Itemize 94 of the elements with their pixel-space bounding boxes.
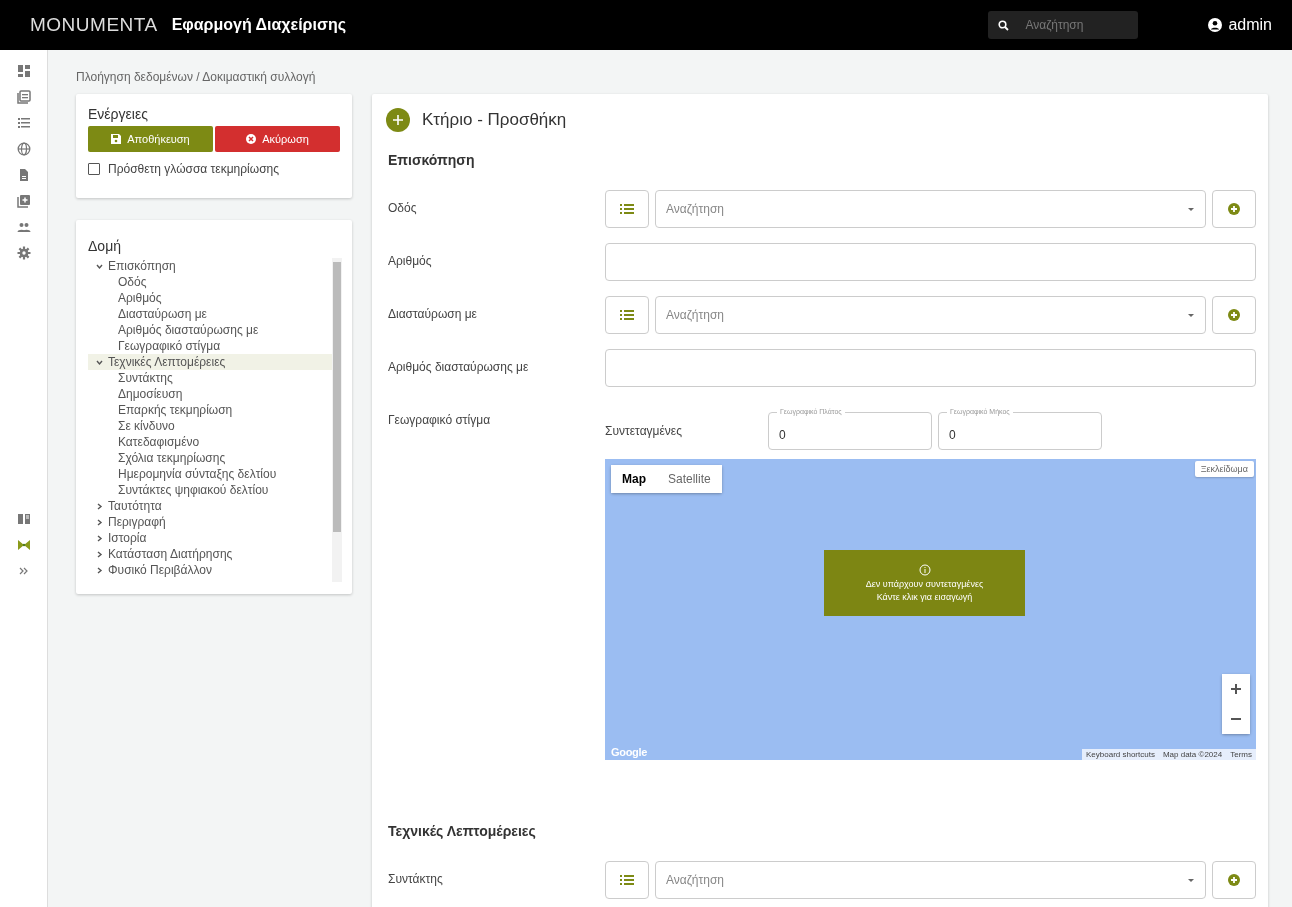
cancel-button[interactable]: Ακύρωση — [215, 126, 340, 152]
search-dropdown[interactable]: Αναζήτηση — [655, 861, 1206, 899]
tree-item[interactable]: Οδός — [88, 274, 332, 290]
tree-item[interactable]: Ημερομηνία σύνταξης δελτίου — [88, 466, 332, 482]
form-title: Κτήριο - Προσθήκη — [422, 110, 567, 130]
add-box-icon[interactable] — [16, 194, 31, 208]
list-button[interactable] — [605, 861, 649, 899]
actions-title: Ενέργειες — [88, 106, 149, 122]
plus-icon — [1230, 683, 1242, 695]
map[interactable]: Map Satellite Ξεκλείδωμα Δεν υπάρχουν συντεταγμένες Κάντε κλικ για εισαγωγή Google Keyboard shortcuts Map data ©2024 Terms — [605, 459, 1256, 760]
tree-item[interactable]: Επισκόπηση — [88, 258, 332, 274]
collection-icon[interactable] — [16, 90, 31, 104]
field-label: Αριθμός διασταύρωσης με — [387, 359, 530, 374]
tree-item[interactable]: Αριθμός — [88, 290, 332, 306]
field-label: Συντάκτης — [387, 871, 444, 886]
search-dropdown[interactable]: Αναζήτηση — [655, 190, 1206, 228]
tree-item[interactable]: Επαρκής τεκμηρίωση — [88, 402, 332, 418]
tree-item[interactable]: Γεωγραφικό στίγμα — [88, 338, 332, 354]
no-coordinates-notice[interactable]: Δεν υπάρχουν συντεταγμένες Κάντε κλικ για εισαγωγή — [824, 550, 1025, 616]
book-icon[interactable] — [16, 512, 31, 526]
coordinates-label: Συντεταγμένες — [605, 424, 683, 438]
list-icon — [620, 203, 634, 215]
search-dropdown[interactable]: Αναζήτηση — [655, 296, 1206, 334]
breadcrumb[interactable]: Πλοήγηση δεδομένων / Δοκιμαστική συλλογή — [76, 50, 1268, 94]
section-title: Επισκόπηση — [388, 152, 476, 168]
notice-text: Δεν υπάρχουν συντεταγμένες — [865, 579, 984, 589]
field-label: Διασταύρωση με — [387, 306, 478, 321]
field-label: Αριθμός — [387, 253, 433, 268]
chevron-down-icon — [96, 262, 103, 270]
minus-icon — [1230, 717, 1242, 721]
list-icon — [620, 309, 634, 321]
checkbox-label: Πρόσθετη γλώσσα τεκμηρίωσης — [108, 162, 280, 176]
attribution-link[interactable]: Keyboard shortcuts — [1082, 749, 1159, 760]
section-title: Τεχνικές Λεπτομέρειες — [388, 823, 537, 839]
search-icon — [998, 19, 1010, 31]
add-button[interactable] — [1212, 861, 1256, 899]
input-field[interactable] — [605, 349, 1256, 387]
search-field[interactable]: Αναζήτηση — [988, 11, 1139, 39]
list-icon — [620, 874, 634, 886]
user-menu[interactable]: admin — [1208, 16, 1272, 34]
tree-item[interactable]: Συντάκτες ψηφιακού δελτίου — [88, 482, 332, 498]
tree-item[interactable]: Φυσικό Περιβάλλον — [88, 562, 332, 578]
attribution-link[interactable]: Terms — [1226, 749, 1256, 760]
caret-icon — [1187, 877, 1195, 883]
tree-item[interactable]: Σε κίνδυνο — [88, 418, 332, 434]
tree-item[interactable]: Κατεδαφισμένο — [88, 434, 332, 450]
user-icon — [1208, 18, 1223, 32]
structure-title: Δομή — [88, 238, 122, 254]
plus-icon — [1228, 874, 1240, 886]
zoom-out-button[interactable] — [1222, 704, 1250, 734]
caret-icon — [1187, 206, 1195, 212]
tree-item[interactable]: Αριθμός διασταύρωσης με — [88, 322, 332, 338]
tree-item[interactable]: Σχόλια τεκμηρίωσης — [88, 450, 332, 466]
tree-item[interactable]: Ιστορία — [88, 530, 332, 546]
checkbox[interactable] — [88, 163, 100, 175]
butterfly-icon[interactable] — [16, 538, 31, 552]
tree-item[interactable]: Διασταύρωση με — [88, 306, 332, 322]
dashboard-icon[interactable] — [16, 64, 31, 78]
list-button[interactable] — [605, 296, 649, 334]
tree-item[interactable]: Περιγραφή — [88, 514, 332, 530]
people-icon[interactable] — [16, 220, 31, 234]
close-icon — [246, 134, 257, 144]
plus-icon — [1228, 203, 1240, 215]
plus-icon — [1228, 309, 1240, 321]
input-field[interactable] — [605, 243, 1256, 281]
scrollbar[interactable] — [332, 258, 342, 582]
map-logo: Google — [611, 746, 648, 758]
add-icon — [386, 108, 410, 132]
map-type-tab[interactable]: Satellite — [657, 465, 722, 493]
add-button[interactable] — [1212, 296, 1256, 334]
save-icon — [111, 134, 122, 144]
logo[interactable]: MONUMENTA — [30, 14, 158, 36]
chevron-down-icon — [96, 358, 103, 366]
tree-item[interactable]: Τεχνικές Λεπτομέρειες — [88, 354, 332, 370]
globe-icon[interactable] — [16, 142, 31, 156]
tree-item[interactable]: Ταυτότητα — [88, 498, 332, 514]
info-icon — [918, 564, 931, 576]
list-icon[interactable] — [16, 116, 31, 130]
tree-item[interactable]: Συντάκτης — [88, 370, 332, 386]
attribution-link[interactable]: Map data ©2024 — [1158, 749, 1227, 760]
field-label: Οδός — [387, 200, 418, 215]
gear-icon[interactable] — [16, 246, 31, 260]
notice-text: Κάντε κλικ για εισαγωγή — [876, 592, 973, 602]
zoom-in-button[interactable] — [1222, 674, 1250, 704]
app-title: Εφαρμογή Διαχείρισης — [171, 16, 346, 34]
field-label: Γεωγραφικό στίγμα — [387, 412, 492, 427]
map-type-tab[interactable]: Map — [611, 465, 657, 493]
list-button[interactable] — [605, 190, 649, 228]
add-button[interactable] — [1212, 190, 1256, 228]
caret-icon — [1187, 312, 1195, 318]
unlock-button[interactable]: Ξεκλείδωμα — [1194, 461, 1254, 477]
tree-item[interactable]: Κατάσταση Διατήρησης — [88, 546, 332, 562]
save-button[interactable]: Αποθήκευση — [88, 126, 213, 152]
tree-item[interactable]: Δημοσίευση — [88, 386, 332, 402]
